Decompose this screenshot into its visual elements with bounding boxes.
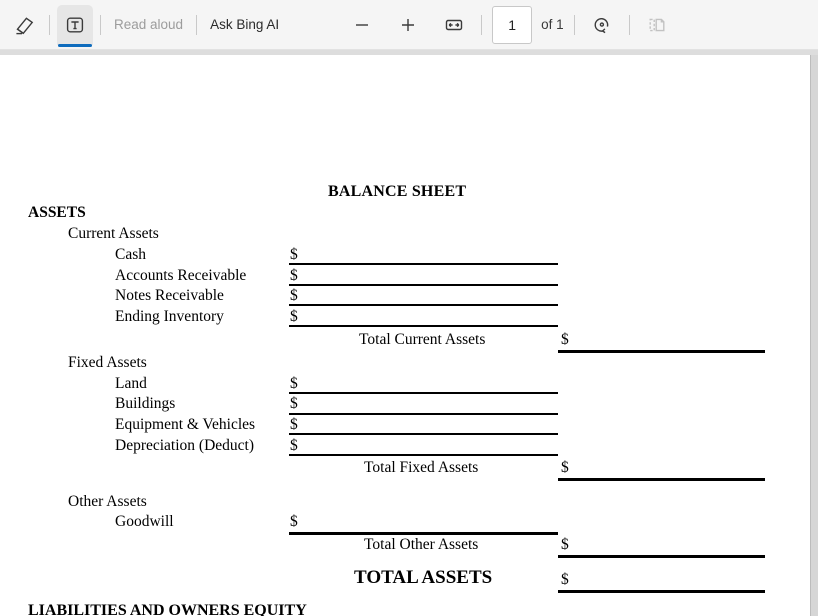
- zoom-out-button[interactable]: [345, 7, 379, 43]
- eraser-button[interactable]: [8, 7, 42, 43]
- line-item-label: Accounts Receivable: [115, 267, 247, 284]
- entry-line: [289, 433, 558, 435]
- eraser-icon: [14, 14, 36, 36]
- total-fixed-assets-label: Total Fixed Assets: [364, 459, 479, 476]
- text-tool-icon: [65, 15, 85, 35]
- read-aloud-button[interactable]: Read aloud: [108, 17, 189, 32]
- toolbar-divider: [196, 14, 198, 35]
- rotate-icon: [591, 14, 613, 36]
- toolbar-divider: [573, 14, 575, 35]
- currency-symbol: $: [290, 513, 298, 530]
- zoom-in-button[interactable]: [391, 7, 425, 43]
- balance-sheet-document: BALANCE SHEET ASSETS Current Assets Cash…: [0, 55, 810, 616]
- currency-symbol: $: [290, 246, 298, 263]
- entry-line: [289, 263, 558, 265]
- liabilities-equity-heading: LIABILITIES AND OWNERS EQUITY: [28, 602, 307, 616]
- ask-bing-ai-button[interactable]: Ask Bing AI: [204, 17, 285, 32]
- other-assets-heading: Other Assets: [68, 493, 147, 510]
- toolbar-divider: [628, 14, 630, 35]
- line-item-label: Cash: [115, 246, 146, 263]
- line-item-label: Land: [115, 375, 147, 392]
- total-current-assets-label: Total Current Assets: [359, 331, 486, 348]
- currency-symbol: $: [290, 395, 298, 412]
- fit-to-width-icon: [443, 14, 465, 36]
- currency-symbol: $: [290, 267, 298, 284]
- toolbar-divider: [481, 14, 483, 35]
- line-item-label: Notes Receivable: [115, 287, 224, 304]
- currency-symbol: $: [290, 416, 298, 433]
- line-item-label: Goodwill: [115, 513, 174, 530]
- toolbar-divider: [100, 14, 101, 35]
- fit-to-width-button[interactable]: [437, 7, 471, 43]
- page-number-input[interactable]: [492, 5, 533, 44]
- page-layout-icon: [646, 14, 668, 36]
- fixed-assets-heading: Fixed Assets: [68, 354, 147, 371]
- total-line: [558, 590, 765, 593]
- plus-icon: [398, 15, 418, 35]
- total-line: [558, 555, 765, 558]
- line-item-label: Ending Inventory: [115, 308, 224, 325]
- entry-line: [289, 413, 558, 415]
- entry-line: [289, 325, 558, 327]
- currency-symbol: $: [561, 331, 569, 348]
- active-tool-indicator: [58, 43, 92, 47]
- total-line: [558, 478, 765, 481]
- total-other-assets-label: Total Other Assets: [364, 536, 479, 553]
- entry-line: [289, 284, 558, 286]
- current-assets-heading: Current Assets: [68, 225, 159, 242]
- page-count-label: of 1: [541, 17, 564, 32]
- line-item-label: Depreciation (Deduct): [115, 437, 255, 454]
- toolbar-divider: [49, 14, 50, 35]
- minus-icon: [352, 15, 372, 35]
- pdf-toolbar: Read aloud Ask Bing AI of 1: [0, 0, 818, 50]
- page-layout-button[interactable]: [640, 7, 674, 43]
- currency-symbol: $: [561, 571, 569, 588]
- entry-line: [289, 454, 558, 456]
- entry-line: [289, 532, 558, 535]
- currency-symbol: $: [290, 437, 298, 454]
- entry-line: [289, 304, 558, 306]
- pdf-page: BALANCE SHEET ASSETS Current Assets Cash…: [0, 55, 811, 616]
- currency-symbol: $: [290, 308, 298, 325]
- line-item-label: Equipment & Vehicles: [115, 416, 256, 433]
- currency-symbol: $: [561, 536, 569, 553]
- text-tool-button[interactable]: [57, 4, 93, 47]
- currency-symbol: $: [290, 375, 298, 392]
- document-title: BALANCE SHEET: [328, 183, 467, 200]
- currency-symbol: $: [290, 287, 298, 304]
- currency-symbol: $: [561, 459, 569, 476]
- rotate-button[interactable]: [585, 7, 619, 43]
- total-line: [558, 350, 765, 353]
- assets-heading: ASSETS: [28, 204, 86, 221]
- line-item-label: Buildings: [115, 395, 176, 412]
- total-assets-label: TOTAL ASSETS: [354, 567, 493, 588]
- entry-line: [289, 392, 558, 394]
